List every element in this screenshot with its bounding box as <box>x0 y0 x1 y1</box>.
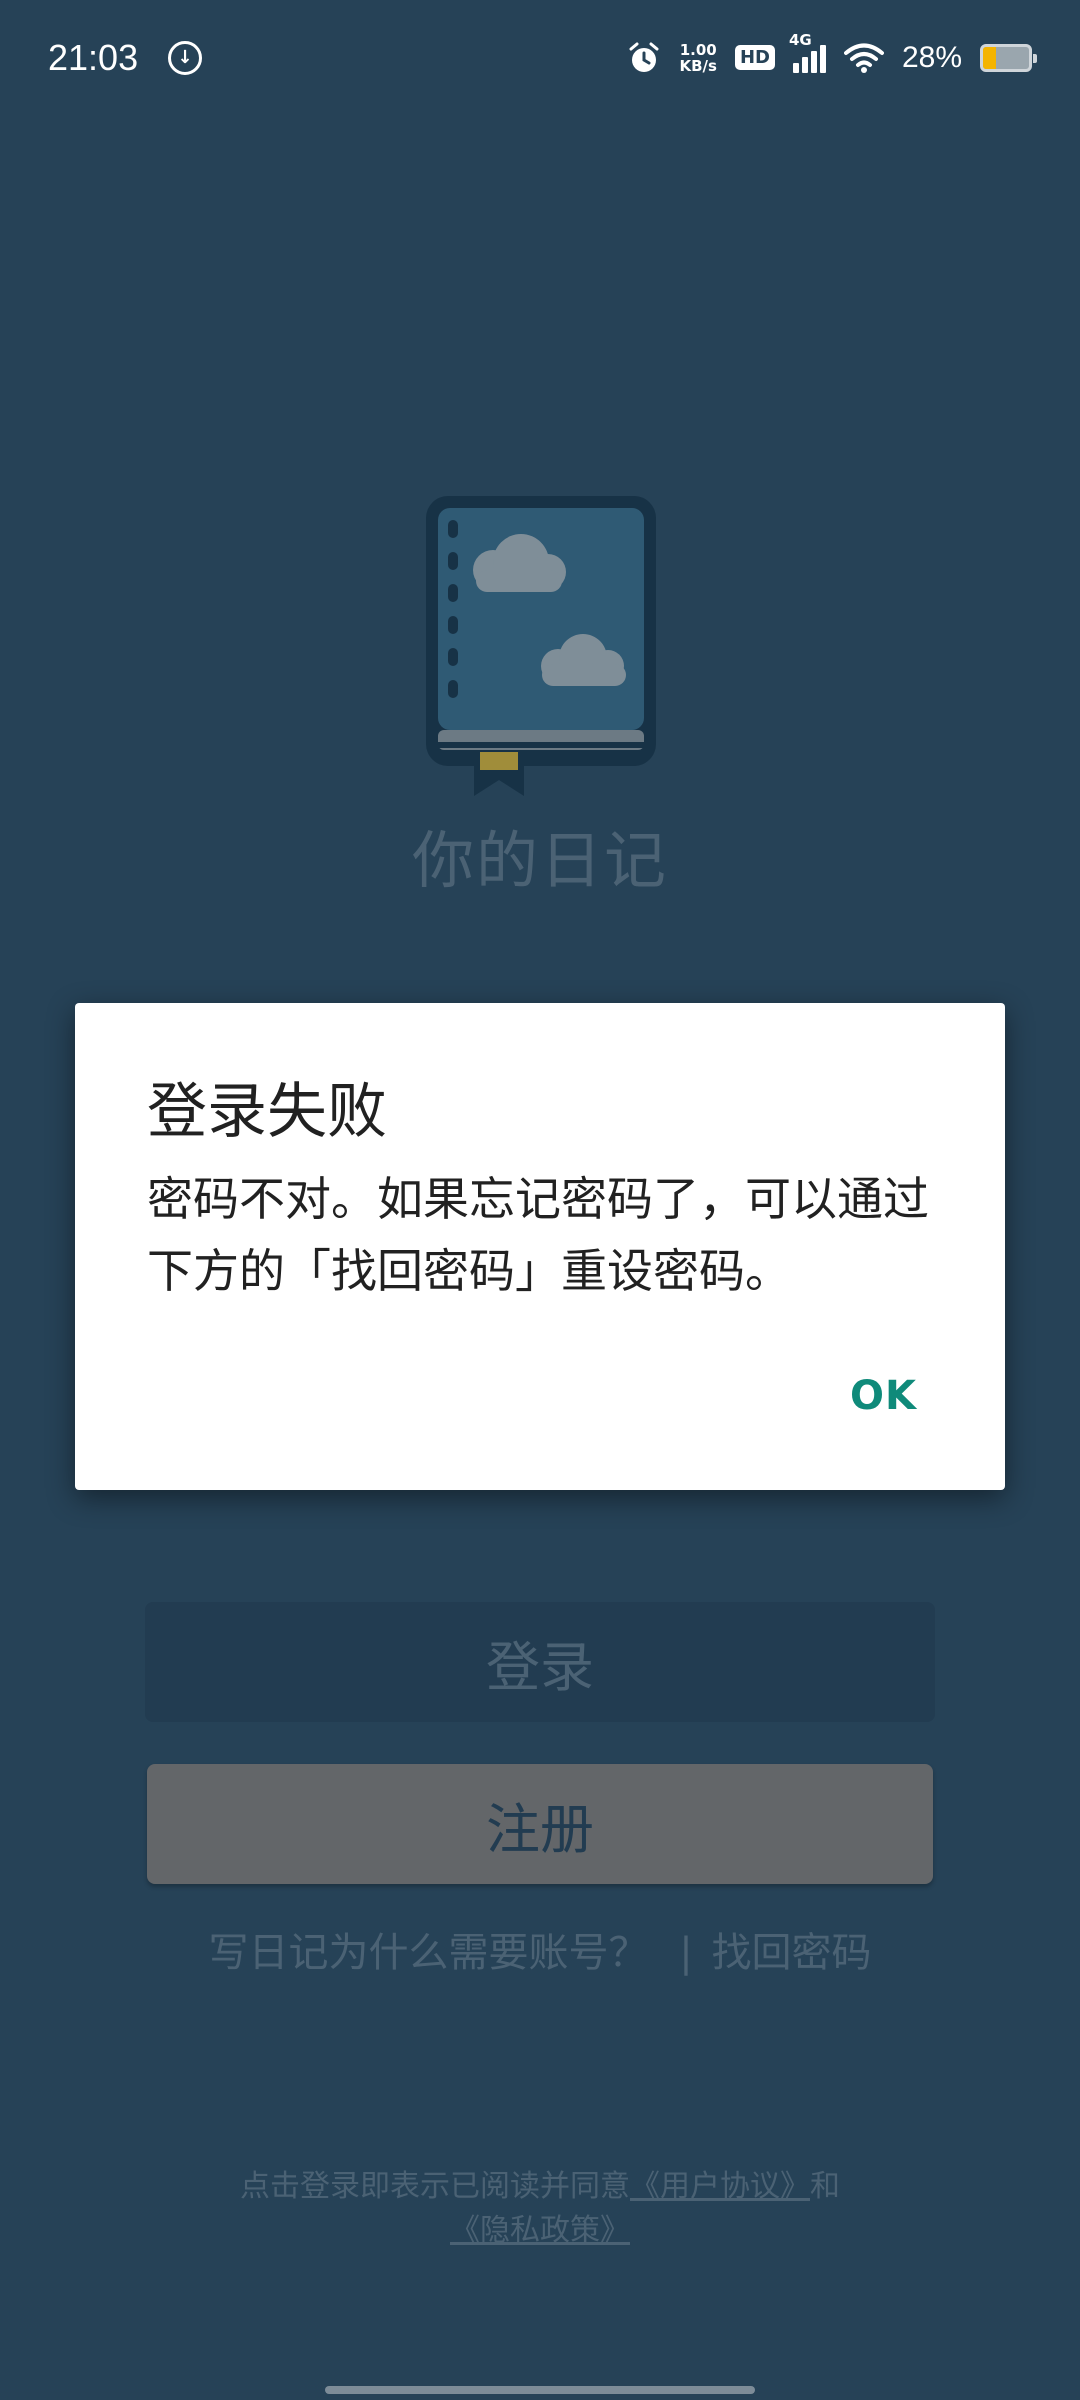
dialog-ok-button[interactable]: OK <box>850 1373 917 1419</box>
status-icons: 1.00 KB/s HD 4G 28% <box>627 0 1037 115</box>
agreement-and: 和 <box>810 2169 840 2204</box>
register-button[interactable]: 注册 <box>147 1764 933 1884</box>
recover-password-link[interactable]: 找回密码 <box>711 1920 871 1978</box>
net-speed: 1.00 KB/s <box>679 42 716 74</box>
battery-percent: 28% <box>901 40 962 74</box>
dialog-message: 密码不对。如果忘记密码了，可以通过下方的「找回密码」重设密码。 <box>147 1172 929 1298</box>
wifi-icon <box>843 43 884 73</box>
links-separator: | <box>679 1930 693 1976</box>
privacy-policy-link[interactable]: 《隐私政策》 <box>450 2213 630 2248</box>
why-account-link[interactable]: 写日记为什么需要账号？ <box>209 1920 649 1978</box>
login-failed-dialog: 登录失败 密码不对。如果忘记密码了，可以通过下方的「找回密码」重设密码。 OK <box>75 1003 1005 1490</box>
login-button[interactable]: 登录 <box>145 1602 935 1722</box>
notification-app-icon: ↓ <box>168 40 203 75</box>
agreement-prefix: 点击登录即表示已阅读并同意 <box>240 2169 630 2204</box>
net-speed-value: 1.00 <box>679 40 717 59</box>
net-speed-unit: KB/s <box>679 56 717 75</box>
app-title: 你的日记 <box>411 824 668 897</box>
cell-signal-icon: 4G <box>789 31 826 73</box>
dialog-title: 登录失败 <box>147 1077 387 1147</box>
battery-icon <box>980 43 1037 72</box>
agreement-text: 点击登录即表示已阅读并同意《用户协议》和 《隐私政策》 <box>0 2165 1080 2253</box>
alarm-icon <box>629 42 659 72</box>
status-time: 21:03 <box>48 36 139 78</box>
network-gen: 4G <box>788 30 812 49</box>
status-bar: 21:03 ↓ 1.00 KB/s HD 4G 28% <box>0 0 1080 115</box>
home-indicator[interactable] <box>325 2386 755 2394</box>
diary-book-logo-icon <box>426 496 656 796</box>
hd-badge: HD <box>734 45 775 70</box>
user-agreement-link[interactable]: 《用户协议》 <box>630 2169 810 2204</box>
help-links: 写日记为什么需要账号？ | 找回密码 <box>0 1920 1080 1978</box>
